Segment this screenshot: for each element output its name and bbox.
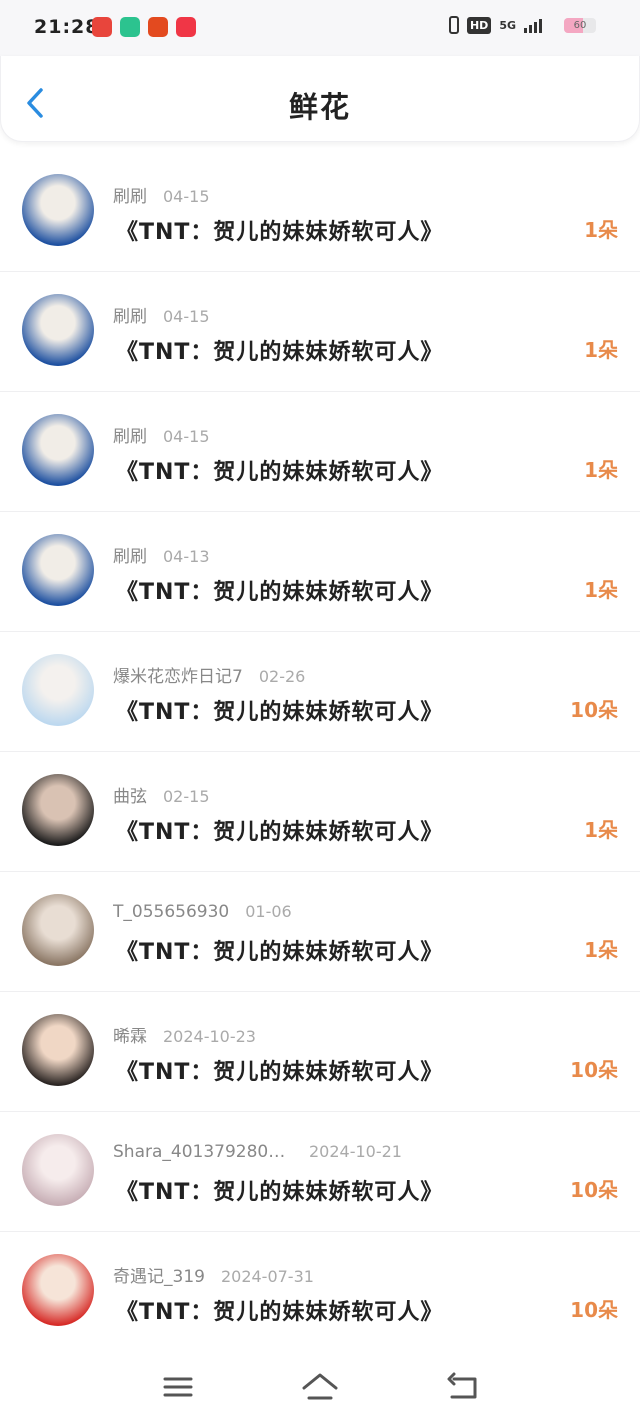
gift-meta: 刷刷 04-15 — [113, 422, 210, 447]
sender-name: 爆米花恋炸日记7 — [113, 667, 243, 687]
sender-name: 刷刷 — [113, 427, 147, 447]
avatar[interactable] — [22, 174, 94, 246]
gift-date: 2024-10-23 — [163, 1027, 256, 1046]
gift-date: 04-13 — [163, 547, 210, 566]
sender-name: 刷刷 — [113, 547, 147, 567]
gift-meta: 曲弦 02-15 — [113, 782, 210, 807]
work-title: 《TNT：贺儿的妹妹娇软可人》 — [116, 220, 444, 245]
gift-meta: 刷刷 04-13 — [113, 542, 210, 567]
gift-row[interactable]: 刷刷 04-15 《TNT：贺儿的妹妹娇软可人》 1朵 — [0, 152, 640, 272]
status-notification-icons — [92, 17, 196, 37]
app-notification-icon — [176, 17, 196, 37]
work-title: 《TNT：贺儿的妹妹娇软可人》 — [116, 700, 444, 725]
flower-count: 10朵 — [570, 1298, 618, 1322]
gift-date: 2024-10-21 — [309, 1142, 402, 1161]
avatar[interactable] — [22, 774, 94, 846]
gift-row[interactable]: 晞霖 2024-10-23 《TNT：贺儿的妹妹娇软可人》 10朵 — [0, 992, 640, 1112]
gift-date: 04-15 — [163, 307, 210, 326]
sender-name: 奇遇记_319 — [113, 1267, 205, 1287]
hd-badge: HD — [466, 16, 492, 34]
gift-meta: 刷刷 04-15 — [113, 302, 210, 327]
flower-count: 10朵 — [570, 1178, 618, 1202]
gift-date: 02-15 — [163, 787, 210, 806]
network-type: 5G — [499, 18, 516, 32]
gift-meta: 爆米花恋炸日记7 02-26 — [113, 662, 305, 687]
battery-icon: 60 — [564, 17, 596, 33]
gift-row[interactable]: 刷刷 04-13 《TNT：贺儿的妹妹娇软可人》 1朵 — [0, 512, 640, 632]
signal-icon — [524, 17, 542, 33]
work-title: 《TNT：贺儿的妹妹娇软可人》 — [116, 1060, 444, 1085]
sender-name: 刷刷 — [113, 307, 147, 327]
flower-count: 1朵 — [584, 938, 618, 962]
app-notification-icon — [148, 17, 168, 37]
sender-name: T_055656930 — [113, 902, 230, 922]
flower-count: 1朵 — [584, 458, 618, 482]
app-notification-icon — [92, 17, 112, 37]
avatar[interactable] — [22, 414, 94, 486]
flower-count: 10朵 — [570, 1058, 618, 1082]
home-icon — [302, 1373, 338, 1400]
flower-count: 1朵 — [584, 338, 618, 362]
work-title: 《TNT：贺儿的妹妹娇软可人》 — [116, 820, 444, 845]
sender-name: 刷刷 — [113, 187, 147, 207]
gift-date: 01-06 — [245, 902, 292, 921]
page-title: 鲜花 — [288, 90, 351, 124]
status-indicators: HD 5G 60 — [448, 16, 596, 34]
avatar[interactable] — [22, 1254, 94, 1326]
sender-name: 曲弦 — [113, 787, 147, 807]
gift-list: 刷刷 04-15 《TNT：贺儿的妹妹娇软可人》 1朵 刷刷 04-15 《TN… — [0, 152, 640, 1352]
avatar[interactable] — [22, 894, 94, 966]
gift-date: 04-15 — [163, 427, 210, 446]
gift-date: 02-26 — [258, 667, 306, 686]
avatar[interactable] — [22, 1014, 94, 1086]
flower-count: 1朵 — [584, 578, 618, 602]
gift-date: 2024-07-31 — [220, 1267, 314, 1286]
gift-meta: 刷刷 04-15 — [113, 182, 210, 207]
avatar[interactable] — [22, 1134, 94, 1206]
header: 鲜花 — [0, 56, 640, 142]
gift-row[interactable]: 刷刷 04-15 《TNT：贺儿的妹妹娇软可人》 1朵 — [0, 272, 640, 392]
back-icon — [447, 1372, 477, 1399]
flower-count: 10朵 — [570, 698, 618, 722]
system-nav-bar — [0, 1350, 640, 1425]
gift-row[interactable]: T_055656930 01-06 《TNT：贺儿的妹妹娇软可人》 1朵 — [0, 872, 640, 992]
menu-icon — [163, 1377, 193, 1397]
avatar[interactable] — [22, 534, 94, 606]
gift-date: 04-15 — [163, 187, 210, 206]
sender-name: 晞霖 — [113, 1027, 147, 1047]
gift-row[interactable]: 爆米花恋炸日记7 02-26 《TNT：贺儿的妹妹娇软可人》 10朵 — [0, 632, 640, 752]
gift-meta: T_055656930 01-06 — [113, 902, 292, 922]
app-notification-icon — [120, 17, 140, 37]
gift-meta: Shara_4013792807… 2024-10-21 — [113, 1142, 402, 1162]
sender-name: Shara_4013792807… — [113, 1142, 293, 1162]
gift-row[interactable]: 曲弦 02-15 《TNT：贺儿的妹妹娇软可人》 1朵 — [0, 752, 640, 872]
gift-row[interactable]: 奇遇记_319 2024-07-31 《TNT：贺儿的妹妹娇软可人》 10朵 — [0, 1232, 640, 1352]
vibrate-icon — [448, 16, 459, 34]
work-title: 《TNT：贺儿的妹妹娇软可人》 — [116, 1180, 444, 1205]
gift-row[interactable]: 刷刷 04-15 《TNT：贺儿的妹妹娇软可人》 1朵 — [0, 392, 640, 512]
gift-row[interactable]: Shara_4013792807… 2024-10-21 《TNT：贺儿的妹妹娇… — [0, 1112, 640, 1232]
home-button[interactable] — [300, 1370, 340, 1404]
gift-meta: 晞霖 2024-10-23 — [113, 1022, 256, 1047]
battery-level: 60 — [573, 19, 587, 31]
work-title: 《TNT：贺儿的妹妹娇软可人》 — [116, 940, 444, 965]
work-title: 《TNT：贺儿的妹妹娇软可人》 — [116, 340, 444, 365]
status-time: 21:28 — [34, 16, 100, 38]
work-title: 《TNT：贺儿的妹妹娇软可人》 — [116, 580, 444, 605]
avatar[interactable] — [22, 294, 94, 366]
back-nav-button[interactable] — [442, 1370, 482, 1404]
flower-count: 1朵 — [584, 218, 618, 242]
work-title: 《TNT：贺儿的妹妹娇软可人》 — [116, 460, 444, 485]
work-title: 《TNT：贺儿的妹妹娇软可人》 — [116, 1300, 444, 1325]
avatar[interactable] — [22, 654, 94, 726]
gift-meta: 奇遇记_319 2024-07-31 — [113, 1262, 314, 1287]
menu-button[interactable] — [158, 1370, 198, 1404]
flower-count: 1朵 — [584, 818, 618, 842]
status-bar: 21:28 HD 5G 60 — [0, 0, 640, 56]
